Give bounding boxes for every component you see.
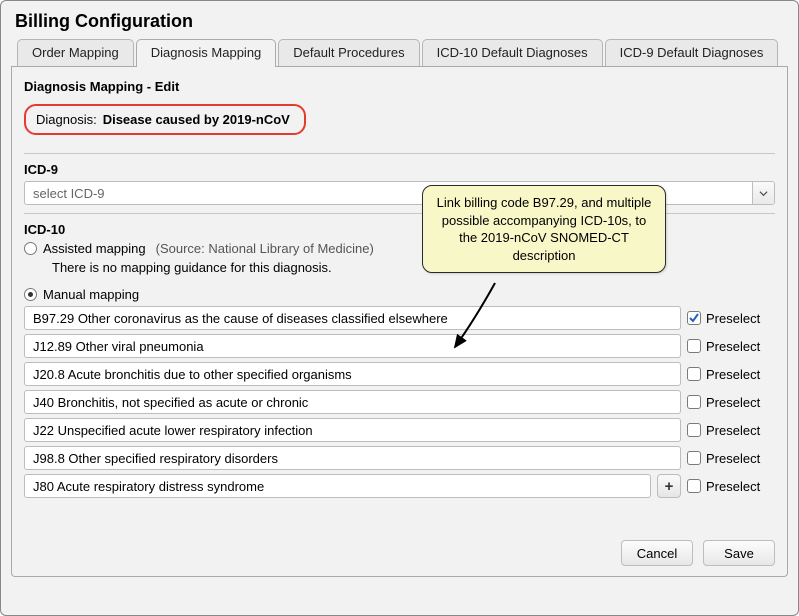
panel-heading: Diagnosis Mapping - Edit — [24, 79, 775, 94]
tab-bar: Order MappingDiagnosis MappingDefault Pr… — [11, 38, 788, 67]
manual-mapping-list: B97.29 Other coronavirus as the cause of… — [24, 306, 775, 498]
check-icon — [688, 312, 700, 324]
diagnosis-highlight: Diagnosis: Disease caused by 2019-nCoV — [24, 104, 306, 135]
manual-mapping-radio[interactable] — [24, 288, 37, 301]
icd10-code-input[interactable]: J40 Bronchitis, not specified as acute o… — [24, 390, 681, 414]
dialog-button-row: Cancel Save — [621, 540, 775, 566]
icd10-code-row: J12.89 Other viral pneumonia Preselect — [24, 334, 775, 358]
preselect-group: Preselect — [687, 367, 775, 382]
icd10-code-row: J98.8 Other specified respiratory disord… — [24, 446, 775, 470]
preselect-group: Preselect — [687, 395, 775, 410]
tab-icd10-default[interactable]: ICD-10 Default Diagnoses — [422, 39, 603, 66]
tab-icd9-default[interactable]: ICD-9 Default Diagnoses — [605, 39, 779, 66]
preselect-group: Preselect — [687, 311, 775, 326]
preselect-checkbox[interactable] — [687, 423, 701, 437]
icd10-code-input[interactable]: J98.8 Other specified respiratory disord… — [24, 446, 681, 470]
diagnosis-mapping-panel: Diagnosis Mapping - Edit Diagnosis: Dise… — [11, 67, 788, 577]
annotation-arrow-icon — [447, 279, 507, 359]
icd10-code-row: J20.8 Acute bronchitis due to other spec… — [24, 362, 775, 386]
manual-mapping-row: Manual mapping — [24, 287, 775, 302]
preselect-label: Preselect — [706, 311, 760, 326]
cancel-button[interactable]: Cancel — [621, 540, 693, 566]
assisted-mapping-label: Assisted mapping — [43, 241, 146, 256]
preselect-label: Preselect — [706, 339, 760, 354]
annotation-callout: Link billing code B97.29, and multiple p… — [422, 185, 666, 273]
billing-config-window: Billing Configuration Order MappingDiagn… — [0, 0, 799, 616]
preselect-group: Preselect — [687, 423, 775, 438]
preselect-group: Preselect — [687, 479, 775, 494]
preselect-checkbox[interactable] — [687, 395, 701, 409]
preselect-group: Preselect — [687, 339, 775, 354]
preselect-checkbox[interactable] — [687, 339, 701, 353]
assisted-mapping-radio[interactable] — [24, 242, 37, 255]
preselect-label: Preselect — [706, 423, 760, 438]
icd10-code-row: J22 Unspecified acute lower respiratory … — [24, 418, 775, 442]
preselect-checkbox[interactable] — [687, 367, 701, 381]
icd10-code-input[interactable]: J20.8 Acute bronchitis due to other spec… — [24, 362, 681, 386]
icd10-code-row: B97.29 Other coronavirus as the cause of… — [24, 306, 775, 330]
preselect-label: Preselect — [706, 479, 760, 494]
icd9-label: ICD-9 — [24, 162, 775, 177]
assisted-mapping-source: (Source: National Library of Medicine) — [156, 241, 374, 256]
tab-default-procedures[interactable]: Default Procedures — [278, 39, 419, 66]
tab-order-mapping[interactable]: Order Mapping — [17, 39, 134, 66]
manual-mapping-label: Manual mapping — [43, 287, 139, 302]
preselect-label: Preselect — [706, 395, 760, 410]
divider — [24, 153, 775, 154]
preselect-checkbox[interactable] — [687, 479, 701, 493]
chevron-down-icon — [759, 189, 768, 198]
preselect-checkbox[interactable] — [687, 451, 701, 465]
icd10-code-row: J80 Acute respiratory distress syndrome+… — [24, 474, 775, 498]
preselect-checkbox[interactable] — [687, 311, 701, 325]
add-icd10-row-button[interactable]: + — [657, 474, 681, 498]
icd10-code-input[interactable]: J80 Acute respiratory distress syndrome — [24, 474, 651, 498]
icd10-code-input[interactable]: J22 Unspecified acute lower respiratory … — [24, 418, 681, 442]
preselect-group: Preselect — [687, 451, 775, 466]
icd10-code-row: J40 Bronchitis, not specified as acute o… — [24, 390, 775, 414]
preselect-label: Preselect — [706, 451, 760, 466]
save-button[interactable]: Save — [703, 540, 775, 566]
icd9-dropdown-button[interactable] — [752, 182, 774, 204]
diagnosis-label: Diagnosis: — [36, 112, 97, 127]
icd10-code-input[interactable]: B97.29 Other coronavirus as the cause of… — [24, 306, 681, 330]
tab-diagnosis-mapping[interactable]: Diagnosis Mapping — [136, 39, 277, 67]
diagnosis-value: Disease caused by 2019-nCoV — [103, 112, 290, 127]
preselect-label: Preselect — [706, 367, 760, 382]
assisted-mapping-hint: There is no mapping guidance for this di… — [52, 260, 775, 275]
icd10-code-input[interactable]: J12.89 Other viral pneumonia — [24, 334, 681, 358]
window-title: Billing Configuration — [15, 11, 788, 32]
